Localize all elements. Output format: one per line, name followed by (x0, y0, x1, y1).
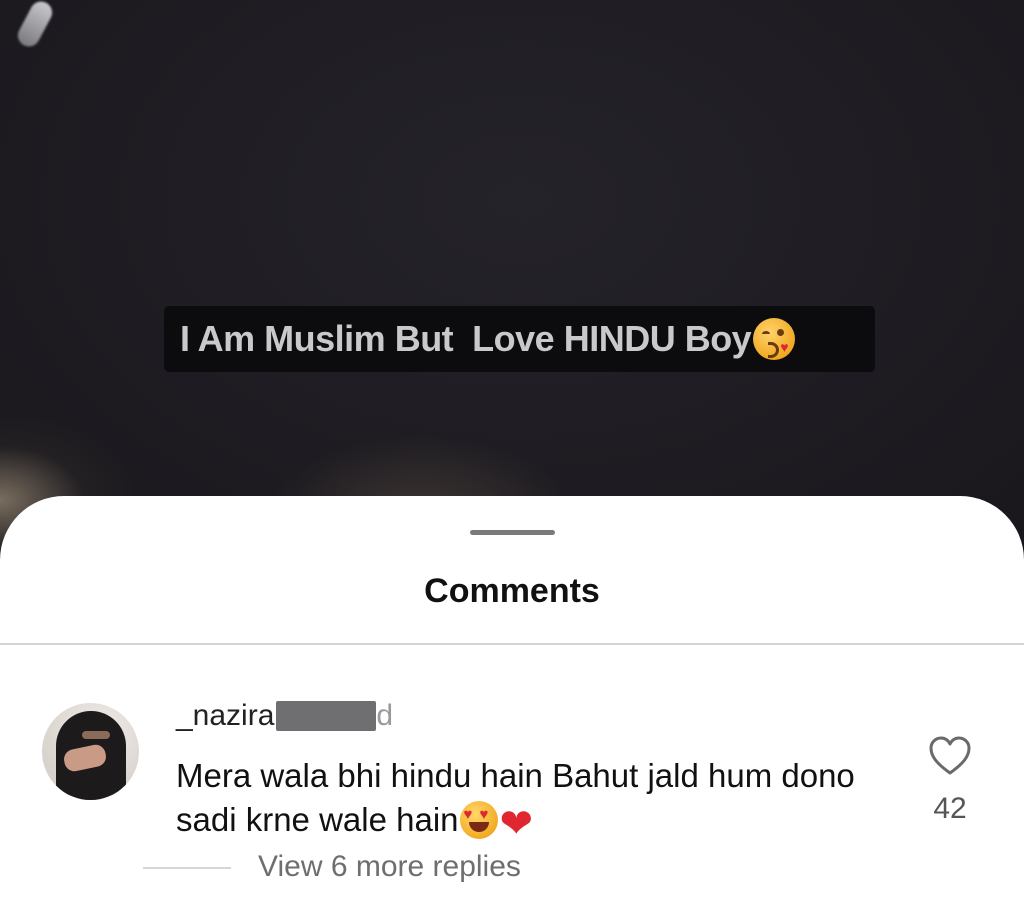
video-light-flare (14, 0, 56, 51)
video-caption: I Am Muslim But Love HINDU Boy ♥ (164, 306, 875, 372)
sheet-title: Comments (424, 572, 600, 610)
comment-username-tail: d (376, 699, 394, 732)
face-blowing-kiss-emoji: ♥ (753, 318, 796, 360)
smiling-face-with-heart-eyes-emoji: ♥ ♥ (459, 801, 498, 839)
sheet-drag-handle[interactable] (470, 530, 555, 535)
header-divider (0, 643, 1024, 645)
comments-sheet: Comments _nazira d Mera wala bhi hindu h… (0, 496, 1024, 897)
like-count: 42 (933, 792, 967, 825)
view-more-replies-button[interactable]: View 6 more replies (258, 850, 521, 884)
video-caption-text: I Am Muslim But Love HINDU Boy (180, 318, 752, 359)
avatar[interactable] (42, 703, 139, 800)
replies-divider-line (143, 867, 231, 869)
comment-body: Mera wala bhi hindu hain Bahut jald hum … (176, 754, 876, 844)
username-redaction (276, 701, 377, 731)
comment-author[interactable]: _nazira d (176, 694, 393, 738)
comment-username[interactable]: _nazira (176, 699, 274, 733)
red-heart-emoji: ❤ (499, 802, 534, 846)
heart-outline-icon[interactable] (928, 736, 972, 776)
